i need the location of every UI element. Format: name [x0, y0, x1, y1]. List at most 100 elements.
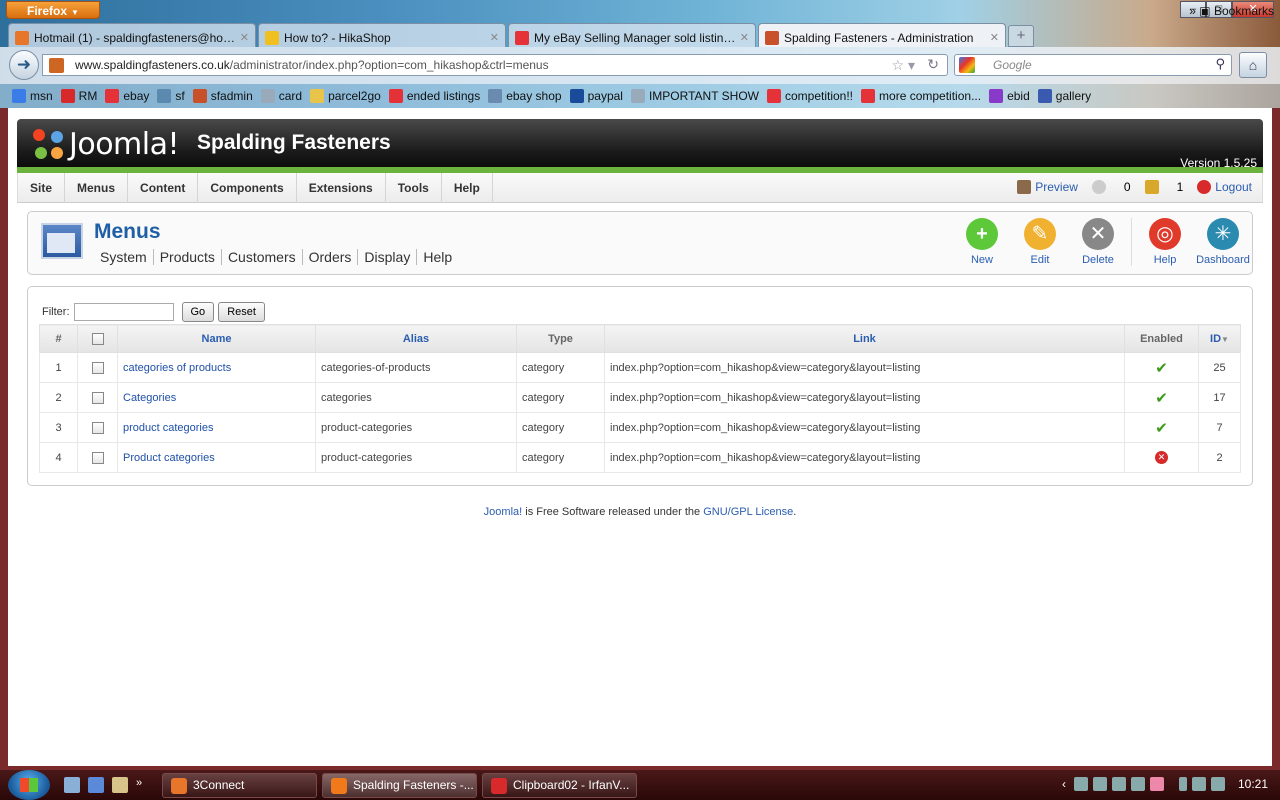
col-link[interactable]: Link [604, 324, 1125, 353]
submenu-help[interactable]: Help [417, 249, 458, 265]
bookmark-item[interactable]: more competition... [861, 89, 981, 103]
tray-icon[interactable] [1149, 777, 1164, 791]
col-enabled[interactable]: Enabled [1124, 324, 1199, 353]
browser-tab[interactable]: Spalding Fasteners - Administration ✕ [758, 23, 1006, 47]
network-icon[interactable] [1191, 777, 1206, 791]
bookmark-item[interactable]: sf [157, 89, 185, 103]
row-checkbox[interactable] [91, 451, 104, 464]
new-tab-button[interactable]: + [1008, 25, 1034, 47]
word-icon[interactable] [88, 777, 104, 793]
row-checkbox[interactable] [91, 361, 104, 374]
tab-close-icon[interactable]: ✕ [740, 31, 749, 44]
reload-icon[interactable]: ↻ [927, 56, 939, 73]
select-all-checkbox[interactable] [91, 332, 104, 345]
home-button[interactable]: ⌂ [1239, 52, 1267, 78]
menu-item-content[interactable]: Content [128, 173, 199, 203]
edit-button[interactable]: ✎ Edit [1013, 218, 1067, 266]
bookmark-item[interactable]: ebay [105, 89, 149, 103]
enabled-check-icon[interactable]: ✔ [1155, 360, 1168, 377]
joomla-link[interactable]: Joomla! [484, 506, 523, 518]
url-bar[interactable]: www.spaldingfasteners.co.uk/administrato… [42, 54, 948, 76]
preview-link[interactable]: Preview [1017, 180, 1078, 194]
menu-item-site[interactable]: Site [18, 173, 66, 203]
tray-icon[interactable] [1130, 777, 1145, 791]
toolbar-button-label: Help [1153, 254, 1177, 266]
tray-icon[interactable] [1073, 777, 1088, 791]
submenu-orders[interactable]: Orders [303, 249, 359, 265]
tab-close-icon[interactable]: ✕ [490, 31, 499, 44]
bookmarks-menu[interactable]: » ▣ Bookmarks [1189, 4, 1274, 18]
enabled-check-icon[interactable]: ✔ [1155, 390, 1168, 407]
browser-tab[interactable]: My eBay Selling Manager sold listings...… [508, 23, 756, 47]
bookmark-item[interactable]: paypal [569, 89, 623, 103]
browser-tab[interactable]: How to? - HikaShop ✕ [258, 23, 506, 47]
search-bar[interactable]: Google ⚲ [954, 54, 1232, 76]
battery-icon[interactable] [1178, 777, 1187, 791]
menu-name-link[interactable]: product categories [123, 422, 214, 434]
firefox-menu-button[interactable]: Firefox ▼ [6, 1, 100, 19]
bookmark-item[interactable]: ebid [989, 89, 1030, 103]
col-alias[interactable]: Alias [315, 324, 517, 353]
taskbar-task[interactable]: 3Connect [162, 773, 317, 798]
bookmark-item[interactable]: parcel2go [310, 89, 381, 103]
row-checkbox[interactable] [91, 391, 104, 404]
tab-close-icon[interactable]: ✕ [990, 31, 999, 44]
bookmark-item[interactable]: competition!! [766, 89, 853, 103]
quick-launch-more-icon[interactable]: » [136, 777, 142, 793]
enabled-check-icon[interactable]: ✔ [1155, 420, 1168, 437]
submenu-products[interactable]: Products [154, 249, 222, 265]
tray-expand-icon[interactable]: ‹ [1062, 777, 1066, 791]
bookmark-item[interactable]: IMPORTANT SHOW [630, 89, 759, 103]
col-id[interactable]: ID▼ [1198, 324, 1241, 353]
new-button[interactable]: + New [955, 218, 1009, 266]
bookmark-label: more competition... [879, 89, 982, 103]
taskbar-task[interactable]: Spalding Fasteners -... [322, 773, 477, 798]
menu-item-tools[interactable]: Tools [386, 173, 442, 203]
menu-name-link[interactable]: Product categories [123, 452, 215, 464]
menu-name-link[interactable]: Categories [123, 392, 176, 404]
row-checkbox[interactable] [91, 421, 104, 434]
taskbar-task[interactable]: Clipboard02 - IrfanV... [482, 773, 637, 798]
clock[interactable]: 10:21 [1238, 777, 1268, 791]
menu-item-menus[interactable]: Menus [65, 173, 129, 203]
bookmark-item[interactable]: msn [12, 89, 53, 103]
show-desktop-icon[interactable] [64, 777, 80, 793]
bookmark-item[interactable]: RM [60, 89, 97, 103]
submenu-system[interactable]: System [94, 249, 154, 265]
volume-icon[interactable] [1210, 777, 1225, 791]
help-button[interactable]: ◎ Help [1138, 218, 1192, 266]
menu-name-link[interactable]: categories of products [123, 362, 231, 374]
dashboard-button[interactable]: ✳ Dashboard [1196, 218, 1250, 266]
menu-item-components[interactable]: Components [198, 173, 297, 203]
delete-button[interactable]: ✕ Delete [1071, 218, 1125, 266]
submenu-customers[interactable]: Customers [222, 249, 303, 265]
submenu-display[interactable]: Display [358, 249, 418, 265]
bookmark-item[interactable]: ended listings [388, 89, 480, 103]
row-enabled-cell: ✕ [1124, 442, 1199, 473]
bookmark-item[interactable]: gallery [1037, 89, 1091, 103]
bookmark-item[interactable]: sfadmin [192, 89, 253, 103]
browser-tab[interactable]: Hotmail (1) - spaldingfasteners@hot... ✕ [8, 23, 256, 47]
bookmark-item[interactable]: card [260, 89, 302, 103]
tray-icon[interactable] [1111, 777, 1126, 791]
filter-input[interactable] [73, 303, 174, 321]
menu-item-help[interactable]: Help [442, 173, 493, 203]
folder-icon[interactable] [112, 777, 128, 793]
row-type: category [516, 382, 605, 413]
logout-link[interactable]: Logout [1197, 180, 1252, 194]
col-name[interactable]: Name [117, 324, 316, 353]
search-icon[interactable]: ⚲ [1215, 56, 1225, 72]
go-button[interactable]: Go [181, 302, 215, 322]
start-button[interactable] [8, 770, 50, 800]
license-link[interactable]: GNU/GPL License [703, 506, 793, 518]
messages-count[interactable]: 0 [1091, 180, 1131, 194]
back-button[interactable]: ➜ [9, 50, 39, 80]
tab-close-icon[interactable]: ✕ [240, 31, 249, 44]
bookmark-item[interactable]: ebay shop [488, 89, 562, 103]
bookmark-star-icon[interactable]: ☆ ▾ [892, 57, 915, 74]
disabled-x-icon[interactable]: ✕ [1155, 451, 1168, 464]
tray-icon[interactable] [1092, 777, 1107, 791]
menu-item-extensions[interactable]: Extensions [297, 173, 386, 203]
col-type[interactable]: Type [516, 324, 605, 353]
reset-button[interactable]: Reset [218, 302, 265, 322]
